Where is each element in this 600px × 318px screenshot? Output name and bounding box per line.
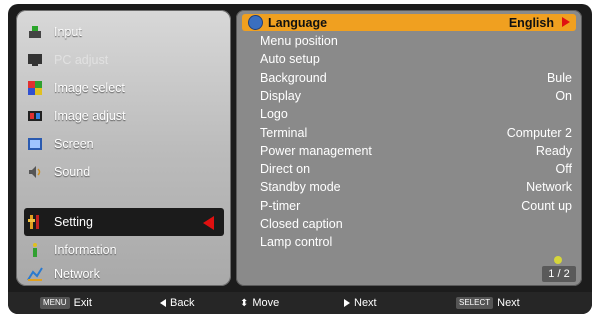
sound-icon [26,164,44,180]
setting-name: Background [260,70,327,85]
menu-item-input[interactable]: Input [16,18,231,46]
setting-name: Lamp control [260,234,333,249]
settings-panel: Language English Menu position Auto setu… [236,10,582,286]
menu-item-sound[interactable]: Sound [16,158,231,186]
setting-row-logo[interactable]: Logo [236,105,582,122]
menu-item-label: Information [54,243,117,257]
menu-item-label: Image adjust [54,109,126,123]
next-hint: Next [344,297,377,309]
right-arrow-icon [344,299,350,307]
menu-key-icon: MENU [40,297,70,309]
setting-name: Closed caption [260,216,343,231]
setting-value: Network [526,179,572,194]
menu-item-label: Setting [54,215,93,229]
menu-item-network[interactable]: Network [16,260,231,288]
setting-name: Direct on [260,161,311,176]
setting-name: Power management [260,143,372,158]
menu-item-label: Sound [54,165,91,179]
menu-item-label: Input [54,25,82,39]
setting-row-lamp-control[interactable]: Lamp control [236,233,582,250]
exit-hint: MENU Exit [40,297,92,309]
setting-name: Auto setup [260,51,320,66]
setting-name: Terminal [260,125,308,140]
setting-row-menu-position[interactable]: Menu position [236,32,582,49]
menu-item-label: PC adjust [54,53,109,67]
setting-row-display[interactable]: Display On [236,87,582,104]
menu-item-pc-adjust[interactable]: PC adjust [16,46,231,74]
setting-name: Menu position [260,33,338,48]
setting-value: English [508,15,554,30]
menu-item-label: Network [54,267,100,281]
move-hint: ⬍ Move [240,297,279,309]
left-arrow-icon [160,299,166,307]
setting-row-background[interactable]: Background Bule [236,69,582,86]
move-label: Move [252,297,280,309]
setting-row-direct-on[interactable]: Direct on Off [236,160,582,177]
back-label: Back [170,297,195,309]
setting-value: Bule [546,70,572,85]
globe-icon [248,15,263,30]
setting-value: Ready [535,143,572,158]
setting-row-power-management[interactable]: Power management Ready [236,142,582,159]
select-hint: SELECT Next [456,297,520,309]
select-key-icon: SELECT [456,297,494,309]
setting-name: Standby mode [260,179,341,194]
projector-osd: Input PC adjust Image select Image adjus… [8,4,592,314]
setting-row-standby-mode[interactable]: Standby mode Network [236,178,582,195]
back-hint: Back [160,297,194,309]
setting-name: Language [268,15,328,30]
setting-name: Display [260,88,301,103]
setting-row-auto-setup[interactable]: Auto setup [236,50,582,67]
main-menu-panel: Input PC adjust Image select Image adjus… [16,10,231,286]
menu-item-screen[interactable]: Screen [16,130,231,158]
page-indicator: 1 / 2 [542,266,576,282]
menu-item-image-select[interactable]: Image select [16,74,231,102]
menu-item-label: Screen [54,137,94,151]
setting-name: P-timer [260,198,301,213]
setting-row-terminal[interactable]: Terminal Computer 2 [236,124,582,141]
setting-icon [26,214,44,230]
image-adjust-icon [26,108,44,124]
submenu-arrow-icon [562,17,570,27]
select-label: Next [497,297,520,309]
setting-value: On [555,88,572,103]
screen-icon [26,136,44,152]
next-label: Next [354,297,377,309]
scroll-indicator-icon [554,256,562,264]
setting-row-p-timer[interactable]: P-timer Count up [236,197,582,214]
menu-item-setting[interactable]: Setting [24,208,224,236]
image-select-icon [26,80,44,96]
pc-adjust-icon [26,52,44,68]
setting-row-closed-caption[interactable]: Closed caption [236,215,582,232]
setting-name: Logo [260,106,288,121]
setting-value: Off [555,161,572,176]
up-down-arrow-icon: ⬍ [240,297,249,309]
menu-item-label: Image select [54,81,125,95]
setting-value: Computer 2 [506,125,572,140]
setting-value: Count up [521,198,572,213]
information-icon [26,242,44,258]
network-icon [26,266,44,282]
menu-item-image-adjust[interactable]: Image adjust [16,102,231,130]
exit-label: Exit [73,297,92,309]
bottom-help-bar: MENU Exit Back ⬍ Move Next SELECT Next [8,292,592,314]
selection-arrow-icon [203,216,214,230]
input-icon [26,24,44,40]
setting-row-language[interactable]: Language English [242,14,576,31]
